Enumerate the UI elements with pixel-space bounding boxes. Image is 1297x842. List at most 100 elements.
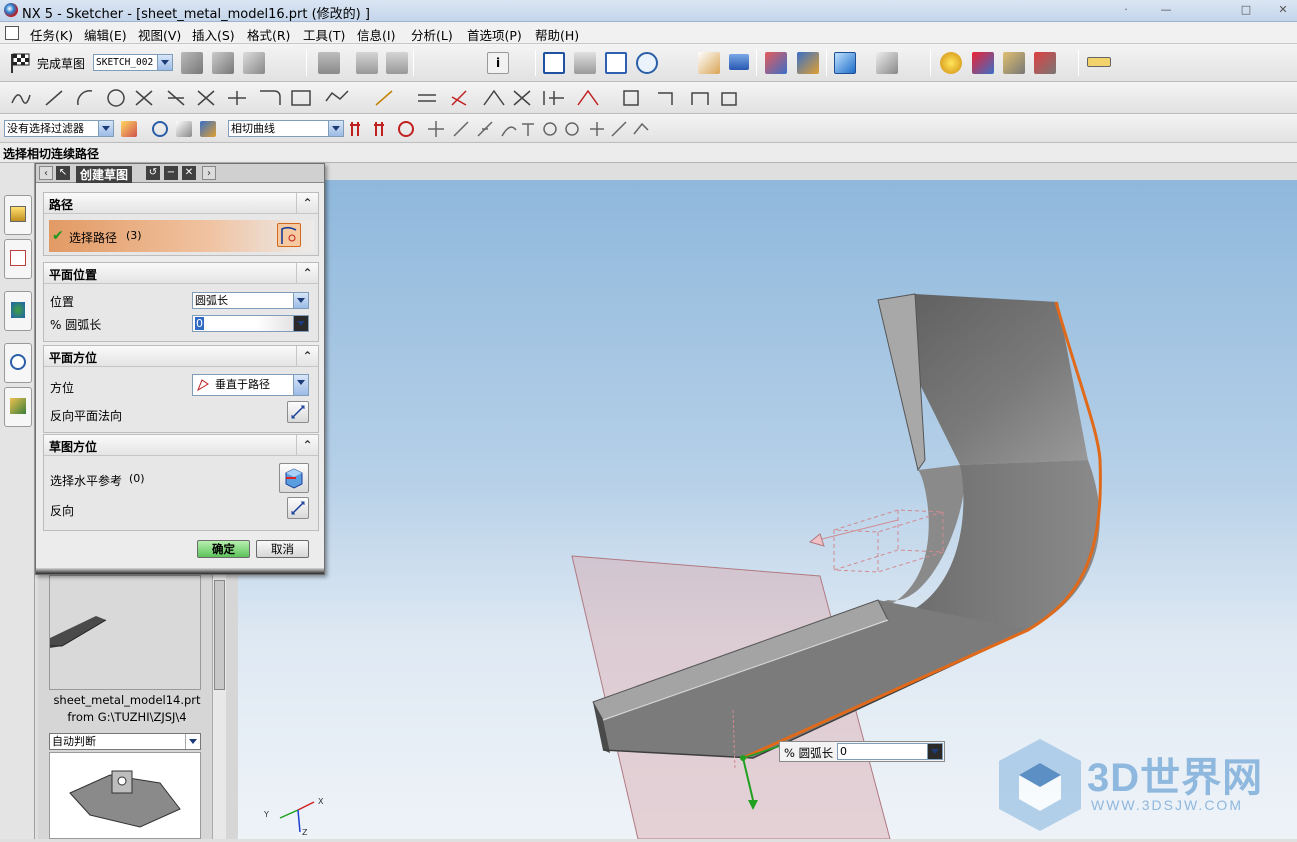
sketch-orientation-title: 草图方位 — [49, 440, 98, 454]
menu-info[interactable]: 信息(I) — [357, 25, 395, 44]
minimize-button[interactable]: — — [1153, 2, 1179, 18]
minimize-dialog-icon[interactable]: − — [164, 166, 178, 180]
web-browser-tab[interactable] — [4, 291, 32, 331]
scope-icon[interactable] — [152, 121, 168, 137]
maximize-button[interactable]: □ — [1233, 2, 1259, 18]
paste-icon[interactable] — [386, 52, 408, 74]
tools-icon[interactable] — [1003, 52, 1025, 74]
sketch-orientation-header[interactable]: 草图方位 ⌃ — [44, 435, 318, 456]
roles-tab[interactable] — [4, 387, 32, 427]
collapse-up-icon[interactable]: ⌃ — [296, 435, 318, 455]
axis-z-label: Z — [302, 828, 308, 837]
reverse-normal-button[interactable] — [287, 401, 309, 423]
axis-x-label: X — [318, 797, 324, 806]
select-horizontal-button[interactable] — [279, 463, 309, 493]
layer-icon[interactable] — [797, 52, 819, 74]
toolbar-selection: 没有选择过滤器 相切曲线 — [0, 114, 1297, 143]
part-navigator-tab[interactable] — [4, 239, 32, 279]
auto-infer-value: 自动判断 — [52, 735, 96, 748]
collapse-up-icon[interactable]: ⌃ — [296, 193, 318, 213]
close-dialog-icon[interactable]: ✕ — [182, 166, 196, 180]
cancel-button[interactable]: 取消 — [256, 540, 309, 558]
cue-line: 选择相切连续路径 — [0, 143, 1297, 163]
pointer-icon[interactable]: ↖ — [56, 166, 70, 180]
curve-rule-value: 相切曲线 — [231, 122, 275, 135]
save-icon[interactable] — [318, 52, 340, 74]
mirror-icon — [418, 94, 436, 102]
menu-analysis[interactable]: 分析(L) — [411, 25, 453, 44]
shaded-cube-icon[interactable] — [834, 52, 856, 74]
position-value: 圆弧长 — [195, 294, 228, 307]
plane-normal-arrow — [808, 533, 825, 547]
reverse-sketch-button[interactable] — [287, 497, 309, 519]
reattach-icon[interactable] — [243, 52, 265, 74]
reference-cube-icon — [285, 468, 303, 489]
menu-help[interactable]: 帮助(H) — [535, 25, 579, 44]
zoom-icon[interactable] — [605, 52, 627, 74]
doc-icon[interactable] — [5, 26, 19, 40]
perspective-icon[interactable] — [729, 54, 749, 70]
onscreen-arc-input[interactable]: 0 — [837, 743, 943, 760]
reset-icon[interactable]: ↺ — [146, 166, 160, 180]
ok-button[interactable]: 确定 — [197, 540, 250, 558]
menu-view[interactable]: 视图(V) — [138, 25, 181, 44]
finish-sketch-button[interactable] — [8, 52, 32, 74]
render-icon[interactable] — [765, 52, 787, 74]
chamfer-icon — [167, 90, 185, 106]
copy-icon[interactable] — [356, 52, 378, 74]
wrench-icon[interactable] — [1034, 52, 1056, 74]
menu-format[interactable]: 格式(R) — [247, 25, 290, 44]
collapse-left-icon[interactable]: ‹ — [39, 166, 53, 180]
assembly-navigator-tab[interactable] — [4, 195, 32, 235]
position-select[interactable]: 圆弧长 — [192, 292, 309, 309]
collapse-up-icon[interactable]: ⌃ — [296, 263, 318, 283]
select-path-row[interactable]: ✔ 选择路径 (3) — [49, 220, 314, 252]
scroll-thumb[interactable] — [214, 580, 225, 690]
view-orient-icon[interactable] — [876, 52, 898, 74]
title-bar: NX 5 - Sketcher - [sheet_metal_model16.p… — [0, 0, 1297, 22]
solid-icon[interactable] — [212, 52, 234, 74]
analysis-icon[interactable] — [940, 52, 962, 74]
info-icon[interactable]: i — [487, 52, 509, 74]
play-icon[interactable] — [972, 52, 994, 74]
zoom-window-icon[interactable] — [574, 52, 596, 74]
help-button[interactable]: · — [1113, 2, 1139, 18]
menu-preferences[interactable]: 首选项(P) — [467, 25, 522, 44]
plane-position-header[interactable]: 平面位置 ⌃ — [44, 263, 318, 284]
magnify-icon[interactable] — [636, 52, 658, 74]
sketch-name-select[interactable]: SKETCH_002 — [93, 54, 173, 71]
history-tab[interactable] — [4, 343, 32, 383]
type-filter-icon[interactable] — [121, 121, 137, 137]
part-thumbnail-2[interactable] — [49, 752, 201, 839]
menu-task[interactable]: 任务(K) — [30, 25, 73, 44]
arc-length-input[interactable]: 0 — [192, 315, 309, 332]
axis-y-label: Y — [264, 810, 269, 819]
whole-assembly-icon[interactable] — [176, 121, 192, 137]
sketch-icon[interactable] — [181, 52, 203, 74]
menu-edit[interactable]: 编辑(E) — [84, 25, 127, 44]
path-section-header[interactable]: 路径 ⌃ — [44, 193, 318, 214]
close-button[interactable]: ✕ — [1270, 2, 1296, 18]
orientation-select[interactable]: 垂直于路径 — [192, 374, 309, 396]
select-feature-icon[interactable] — [200, 121, 216, 137]
menu-insert[interactable]: 插入(S) — [192, 25, 235, 44]
collapse-right-icon[interactable]: › — [202, 166, 216, 180]
menu-tools[interactable]: 工具(T) — [303, 25, 345, 44]
plane-orientation-header[interactable]: 平面方位 ⌃ — [44, 346, 318, 367]
chevron-down-icon — [293, 293, 308, 308]
fit-icon[interactable] — [543, 52, 565, 74]
palette-scrollbar[interactable] — [212, 560, 226, 839]
part-thumbnail[interactable] — [49, 575, 201, 690]
curve-rule-select[interactable]: 相切曲线 — [228, 120, 344, 137]
pan-icon[interactable] — [698, 52, 720, 74]
normal-to-path-icon — [196, 379, 209, 392]
collapse-up-icon[interactable]: ⌃ — [296, 346, 318, 366]
separator — [306, 50, 307, 76]
watermark-url: WWW.3DSJW.COM — [1091, 797, 1243, 813]
select-curve-button[interactable] — [277, 223, 301, 247]
sketch-orientation-section: 草图方位 ⌃ 选择水平参考 (0) 反向 — [43, 434, 319, 531]
auto-infer-select[interactable]: 自动判断 — [49, 733, 201, 750]
selection-filter-select[interactable]: 没有选择过滤器 — [4, 120, 114, 137]
follow-fillet-icon — [374, 122, 384, 136]
ruler-icon[interactable] — [1087, 57, 1111, 67]
